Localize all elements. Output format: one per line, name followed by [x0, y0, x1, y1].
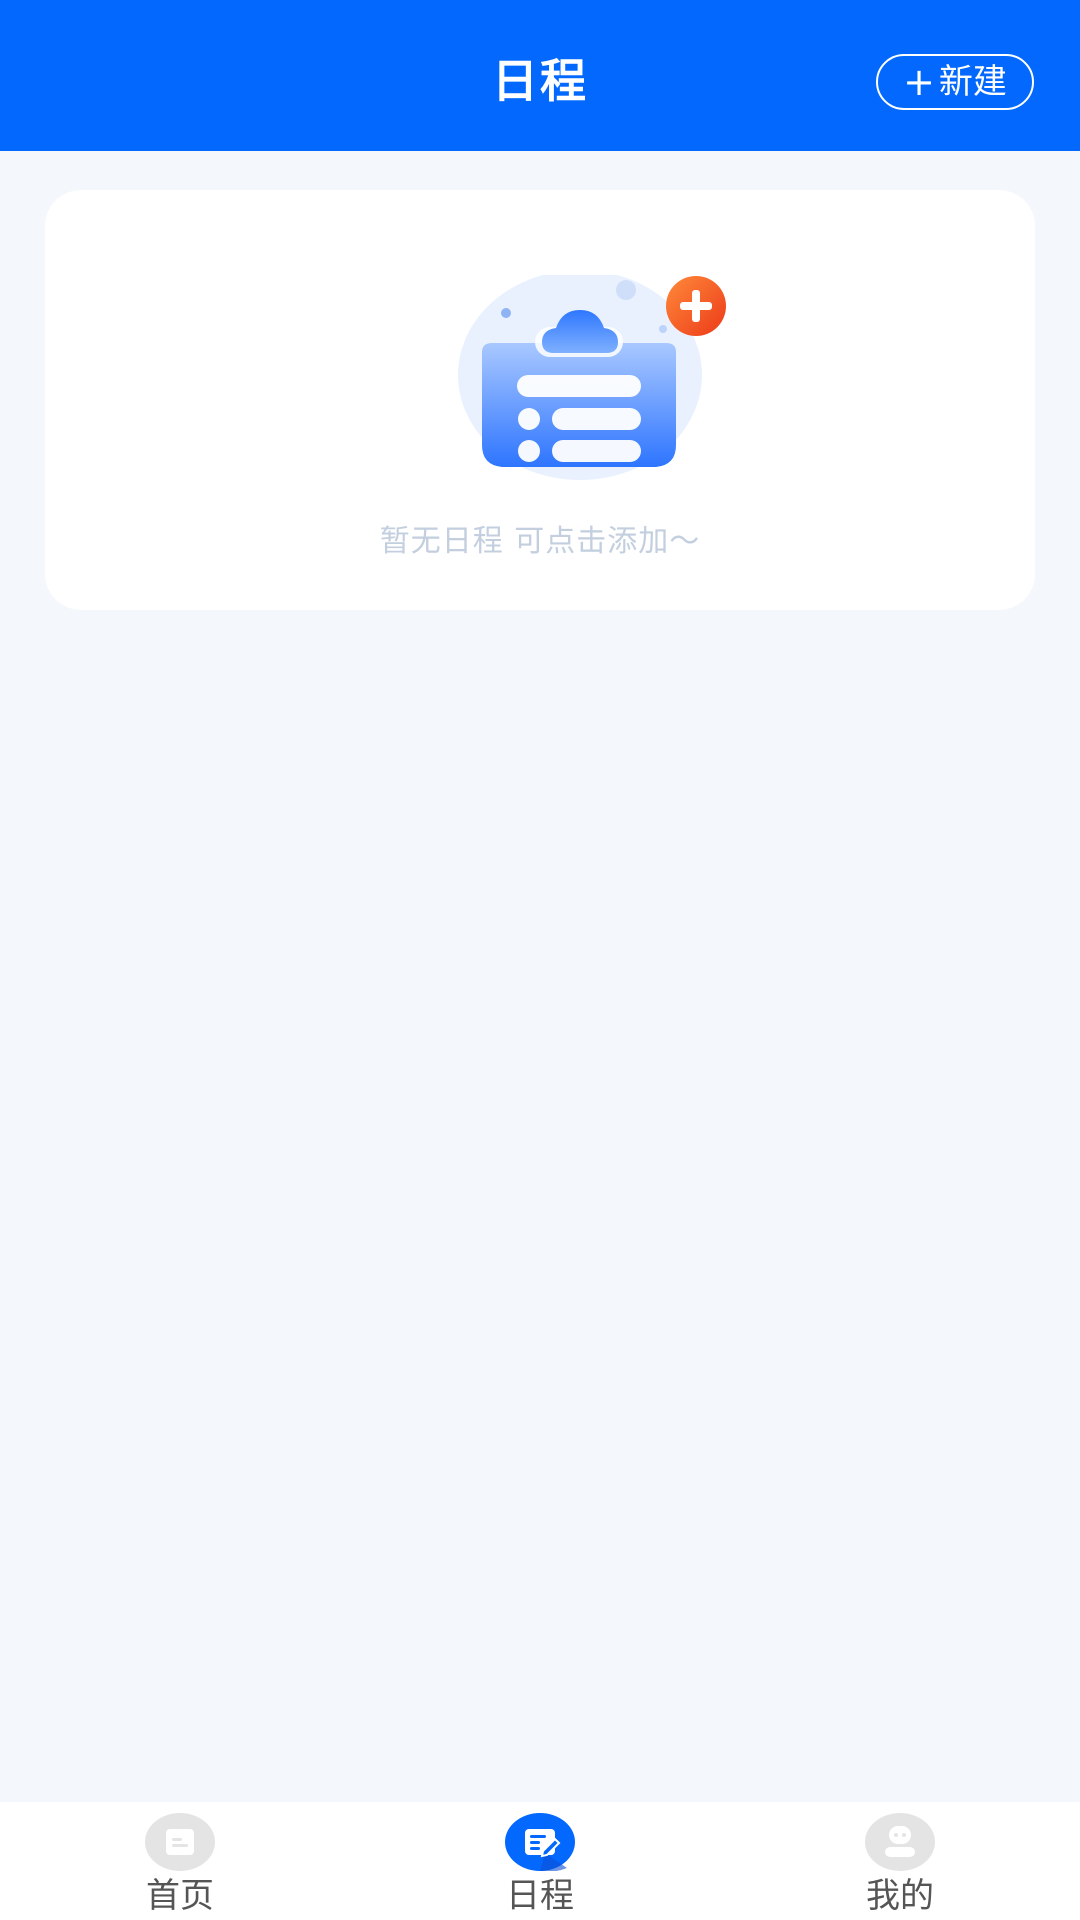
plus-icon: + — [903, 60, 935, 104]
schedule-clipboard-add-icon — [458, 275, 726, 480]
bottom-tab-bar: 首页 日程 我的 — [0, 1802, 1080, 1920]
new-schedule-button[interactable]: + 新建 — [876, 54, 1034, 110]
tab-mine-label: 我的 — [866, 1876, 934, 1916]
top-bar: 日程 + 新建 — [0, 0, 1080, 151]
tab-mine[interactable]: 我的 — [800, 1802, 1000, 1920]
new-schedule-label: 新建 — [938, 62, 1007, 102]
tab-schedule-label: 日程 — [506, 1876, 574, 1916]
tab-home[interactable]: 首页 — [80, 1802, 280, 1920]
empty-state-message: 暂无日程 可点击添加～ — [379, 524, 701, 559]
home-doc-icon — [145, 1813, 215, 1871]
profile-icon — [865, 1813, 935, 1871]
tab-home-label: 首页 — [146, 1876, 214, 1916]
empty-state-card: 暂无日程 可点击添加～ — [45, 190, 1035, 610]
schedule-edit-icon — [505, 1813, 575, 1871]
tab-schedule[interactable]: 日程 — [440, 1802, 640, 1920]
